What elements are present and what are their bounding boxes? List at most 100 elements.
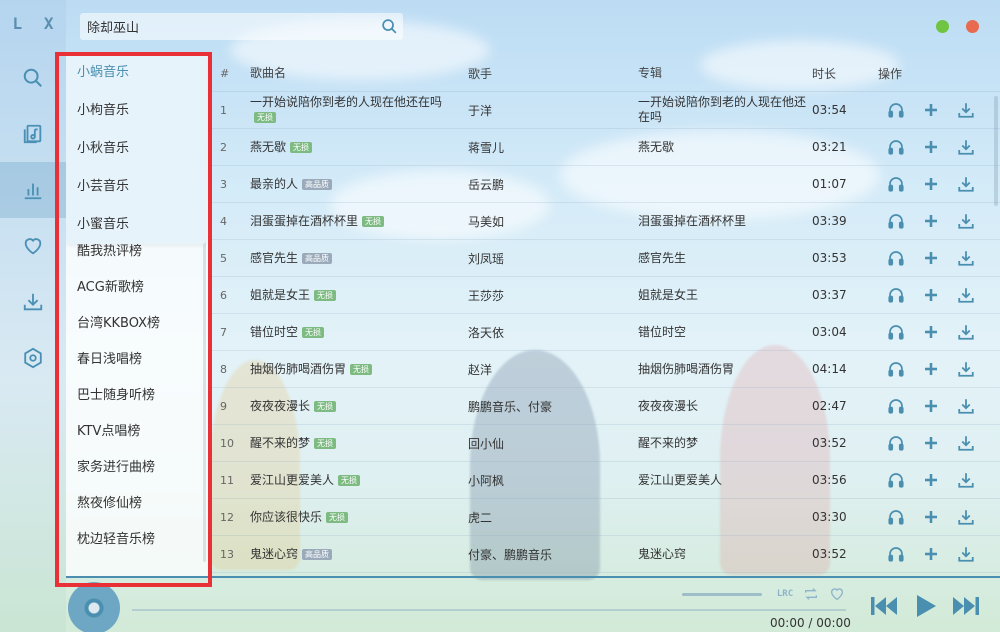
- album-disc[interactable]: [68, 582, 120, 632]
- minimize-button[interactable]: [936, 20, 949, 33]
- listen-button[interactable]: [878, 543, 913, 565]
- download-button[interactable]: [948, 432, 983, 454]
- add-button[interactable]: [913, 247, 948, 269]
- song-actions: [878, 469, 988, 491]
- song-name: 泪蛋蛋掉在酒杯杯里 无损: [242, 214, 460, 229]
- download-button[interactable]: [948, 210, 983, 232]
- board-list-scrollbar[interactable]: [203, 232, 206, 562]
- nav-search[interactable]: [0, 50, 66, 106]
- board-item[interactable]: 巴士随身听榜: [66, 378, 206, 414]
- source-option[interactable]: 小蜗音乐: [66, 54, 206, 92]
- player-bar: LRC 00:00 / 00:00: [66, 576, 1000, 632]
- add-button[interactable]: [913, 173, 948, 195]
- song-row[interactable]: 5 感官先生 高品质 刘凤瑶 感官先生 03:53: [210, 240, 1000, 277]
- like-button[interactable]: [826, 584, 848, 604]
- board-item[interactable]: 枕边轻音乐榜: [66, 522, 206, 558]
- source-option[interactable]: 小芸音乐: [66, 168, 206, 206]
- listen-button[interactable]: [878, 284, 913, 306]
- song-row[interactable]: 4 泪蛋蛋掉在酒杯杯里 无损 马美如 泪蛋蛋掉在酒杯杯里 03:39: [210, 203, 1000, 240]
- song-row[interactable]: 11 爱江山更爱美人 无损 小阿枫 爱江山更爱美人 03:56: [210, 462, 1000, 499]
- download-button[interactable]: [948, 543, 983, 565]
- add-button[interactable]: [913, 210, 948, 232]
- download-button[interactable]: [948, 247, 983, 269]
- board-item[interactable]: 台湾KKBOX榜: [66, 306, 206, 342]
- add-button[interactable]: [913, 543, 948, 565]
- add-button[interactable]: [913, 136, 948, 158]
- nav-favorites[interactable]: [0, 218, 66, 274]
- table-scrollbar[interactable]: [994, 96, 998, 206]
- download-icon: [957, 103, 974, 118]
- song-actions: [878, 358, 988, 380]
- add-button[interactable]: [913, 469, 948, 491]
- song-actions: [878, 506, 988, 528]
- board-item[interactable]: KTV点唱榜: [66, 414, 206, 450]
- download-button[interactable]: [948, 358, 983, 380]
- add-button[interactable]: [913, 395, 948, 417]
- search-input[interactable]: [80, 13, 375, 40]
- song-row[interactable]: 7 错位时空 无损 洛天依 错位时空 03:04: [210, 314, 1000, 351]
- volume-slider[interactable]: [682, 593, 762, 596]
- download-icon: [957, 214, 974, 229]
- download-icon: [957, 547, 974, 562]
- play-button[interactable]: [912, 592, 940, 620]
- download-button[interactable]: [948, 284, 983, 306]
- download-button[interactable]: [948, 321, 983, 343]
- board-item[interactable]: ACG新歌榜: [66, 270, 206, 306]
- listen-button[interactable]: [878, 506, 913, 528]
- source-option[interactable]: 小枸音乐: [66, 92, 206, 130]
- song-row[interactable]: 3 最亲的人 高品质 岳云鹏 01:07: [210, 166, 1000, 203]
- song-title: 最亲的人: [250, 176, 299, 191]
- song-row[interactable]: 13 鬼迷心窍 高品质 付豪、鹏鹏音乐 鬼迷心窍 03:52: [210, 536, 1000, 573]
- song-row[interactable]: 1 一开始说陪你到老的人现在他还在吗无损 于洋 一开始说陪你到老的人现在他还在吗…: [210, 92, 1000, 129]
- close-button[interactable]: [966, 20, 979, 33]
- song-row[interactable]: 2 燕无歇 无损 蒋雪儿 燕无歇 03:21: [210, 129, 1000, 166]
- song-singer: 洛天依: [468, 325, 505, 340]
- song-row[interactable]: 9 夜夜夜漫长 无损 鹏鹏音乐、付豪 夜夜夜漫长 02:47: [210, 388, 1000, 425]
- quality-badge: 无损: [302, 326, 325, 338]
- lyrics-toggle[interactable]: LRC: [774, 584, 796, 604]
- source-option[interactable]: 小秋音乐: [66, 130, 206, 168]
- listen-button[interactable]: [878, 210, 913, 232]
- board-item[interactable]: 春日浅唱榜: [66, 342, 206, 378]
- plus-icon: [924, 548, 937, 560]
- add-button[interactable]: [913, 284, 948, 306]
- board-item[interactable]: 熬夜修仙榜: [66, 486, 206, 522]
- download-button[interactable]: [948, 469, 983, 491]
- song-row[interactable]: 6 姐就是女王 无损 王莎莎 姐就是女王 03:37: [210, 277, 1000, 314]
- song-index: 8: [220, 362, 227, 376]
- nav-songlist[interactable]: [0, 106, 66, 162]
- listen-button[interactable]: [878, 99, 913, 121]
- previous-button[interactable]: [870, 592, 898, 620]
- download-button[interactable]: [948, 136, 983, 158]
- download-button[interactable]: [948, 99, 983, 121]
- listen-button[interactable]: [878, 173, 913, 195]
- col-name: 歌曲名: [250, 66, 287, 80]
- add-button[interactable]: [913, 321, 948, 343]
- add-button[interactable]: [913, 99, 948, 121]
- add-button[interactable]: [913, 432, 948, 454]
- board-item[interactable]: 家务进行曲榜: [66, 450, 206, 486]
- listen-button[interactable]: [878, 136, 913, 158]
- search-button[interactable]: [375, 13, 403, 40]
- listen-button[interactable]: [878, 432, 913, 454]
- listen-button[interactable]: [878, 321, 913, 343]
- download-button[interactable]: [948, 395, 983, 417]
- listen-button[interactable]: [878, 358, 913, 380]
- song-row[interactable]: 8 抽烟伤肺喝酒伤胃 无损 赵洋 抽烟伤肺喝酒伤胃 04:14: [210, 351, 1000, 388]
- download-button[interactable]: [948, 506, 983, 528]
- download-button[interactable]: [948, 173, 983, 195]
- next-button[interactable]: [952, 592, 980, 620]
- nav-settings[interactable]: [0, 330, 66, 386]
- source-option[interactable]: 小蜜音乐: [66, 206, 206, 244]
- song-row[interactable]: 10 醒不来的梦 无损 回小仙 醒不来的梦 03:52: [210, 425, 1000, 462]
- song-row[interactable]: 12 你应该很快乐 无损 虎二 03:30: [210, 499, 1000, 536]
- nav-leaderboard[interactable]: [0, 162, 66, 218]
- listen-button[interactable]: [878, 395, 913, 417]
- play-mode-button[interactable]: [800, 584, 822, 604]
- listen-button[interactable]: [878, 469, 913, 491]
- add-button[interactable]: [913, 506, 948, 528]
- progress-bar[interactable]: [132, 609, 846, 611]
- add-button[interactable]: [913, 358, 948, 380]
- listen-button[interactable]: [878, 247, 913, 269]
- nav-download[interactable]: [0, 274, 66, 330]
